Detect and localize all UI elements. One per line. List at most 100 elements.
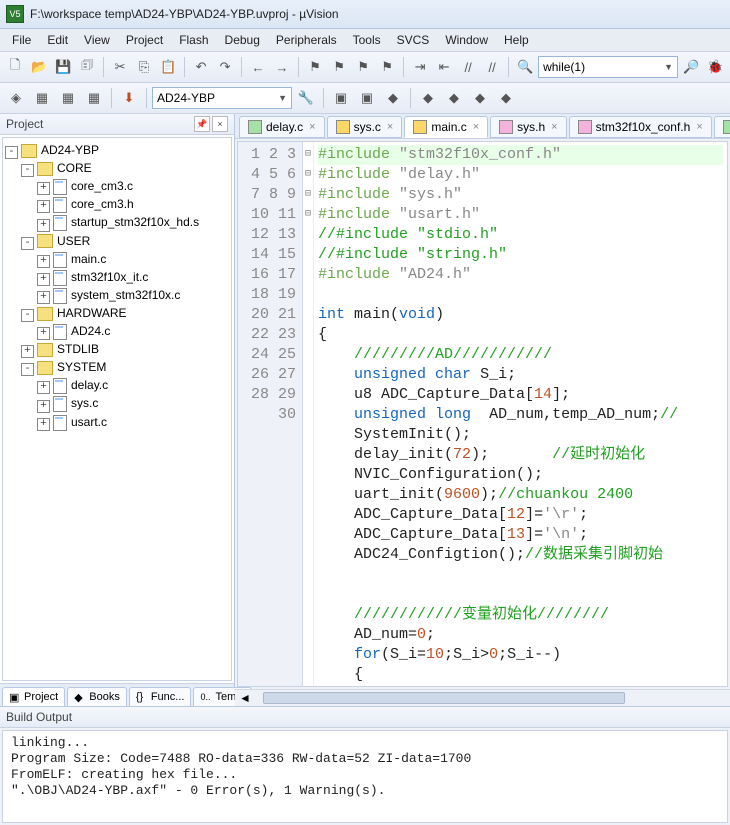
new-file-button[interactable]: 🗋 bbox=[4, 55, 26, 79]
find-combo[interactable]: while(1) ▼ bbox=[538, 56, 678, 78]
redo-button[interactable]: ↷ bbox=[214, 55, 236, 79]
options-button[interactable]: 🔧 bbox=[294, 86, 318, 110]
target-combo[interactable]: AD24-YBP ▼ bbox=[152, 87, 292, 109]
save-button[interactable]: 💾 bbox=[52, 55, 74, 79]
menu-window[interactable]: Window bbox=[437, 31, 496, 49]
tree-node[interactable]: +core_cm3.c bbox=[5, 178, 229, 196]
tree-node[interactable]: +sys.c bbox=[5, 395, 229, 413]
pane-close-icon[interactable]: × bbox=[212, 116, 228, 132]
file-tab[interactable]: stm32f10x_conf.h× bbox=[569, 116, 712, 138]
menu-svcs[interactable]: SVCS bbox=[389, 31, 438, 49]
bookmark-button[interactable]: ⚑ bbox=[304, 55, 326, 79]
chevron-down-icon: ▼ bbox=[664, 62, 673, 72]
file-tab[interactable]: main.c× bbox=[404, 116, 488, 138]
menu-flash[interactable]: Flash bbox=[171, 31, 216, 49]
translate-button[interactable]: ◈ bbox=[4, 86, 28, 110]
tree-node[interactable]: +delay.c bbox=[5, 377, 229, 395]
editor-pane: delay.c×sys.c×main.c×sys.h×stm32f10x_con… bbox=[235, 114, 730, 706]
menu-file[interactable]: File bbox=[4, 31, 39, 49]
menu-view[interactable]: View bbox=[76, 31, 118, 49]
code-editor[interactable]: 1 2 3 4 5 6 7 8 9 10 11 12 13 14 15 16 1… bbox=[237, 141, 728, 687]
build-output-title: Build Output bbox=[6, 710, 72, 724]
pane-pin-icon[interactable]: 📌 bbox=[194, 116, 210, 132]
file-tab[interactable]: AD2× bbox=[714, 116, 730, 138]
build-output-text[interactable]: linking... Program Size: Code=7488 RO-da… bbox=[2, 730, 728, 823]
tree-node[interactable]: -HARDWARE bbox=[5, 305, 229, 323]
bookmark-next-button[interactable]: ⚑ bbox=[352, 55, 374, 79]
tree-node[interactable]: +system_stm32f10x.c bbox=[5, 287, 229, 305]
window-title: F:\workspace temp\AD24-YBP\AD24-YBP.uvpr… bbox=[30, 7, 339, 21]
code-area[interactable]: #include "stm32f10x_conf.h"#include "del… bbox=[314, 142, 727, 686]
tree-node[interactable]: -USER bbox=[5, 233, 229, 251]
line-gutter: 1 2 3 4 5 6 7 8 9 10 11 12 13 14 15 16 1… bbox=[238, 142, 303, 686]
menu-peripherals[interactable]: Peripherals bbox=[268, 31, 345, 49]
find-combo-text: while(1) bbox=[543, 60, 585, 74]
bottom-tab-func[interactable]: {}Func... bbox=[129, 687, 192, 706]
project-bottom-tabs: ▣Project◆Books{}Func...0..Tem... bbox=[0, 683, 234, 706]
toolbar-main: 🗋 📂 💾 🗊 ✂ ⎘ 📋 ↶ ↷ ← → ⚑ ⚑ ⚑ ⚑ ⇥ ⇤ // // … bbox=[0, 52, 730, 83]
bottom-tab-books[interactable]: ◆Books bbox=[67, 687, 127, 706]
tool2-button[interactable]: ◆ bbox=[442, 86, 466, 110]
menu-help[interactable]: Help bbox=[496, 31, 537, 49]
nav-fwd-button[interactable]: → bbox=[271, 55, 293, 79]
paste-button[interactable]: 📋 bbox=[157, 55, 179, 79]
horizontal-scrollbar[interactable]: ◄ bbox=[235, 689, 730, 706]
project-pane-header: Project 📌 × bbox=[0, 114, 234, 135]
outdent-button[interactable]: ⇤ bbox=[433, 55, 455, 79]
close-icon: × bbox=[473, 121, 479, 133]
save-all-button[interactable]: 🗊 bbox=[76, 55, 98, 79]
close-icon: × bbox=[309, 121, 315, 133]
comment-button[interactable]: // bbox=[457, 55, 479, 79]
build-button[interactable]: ▦ bbox=[30, 86, 54, 110]
download-button[interactable]: ⬇ bbox=[117, 86, 141, 110]
tree-node[interactable]: -SYSTEM bbox=[5, 359, 229, 377]
scroll-thumb[interactable] bbox=[263, 692, 625, 704]
rebuild-button[interactable]: ▦ bbox=[56, 86, 80, 110]
tree-node[interactable]: -AD24-YBP bbox=[5, 142, 229, 160]
fold-column[interactable]: ⊟ ⊟ ⊟ ⊟ bbox=[303, 142, 314, 686]
tree-node[interactable]: +core_cm3.h bbox=[5, 196, 229, 214]
tree-node[interactable]: +AD24.c bbox=[5, 323, 229, 341]
close-icon: × bbox=[551, 121, 557, 133]
open-file-button[interactable]: 📂 bbox=[28, 55, 50, 79]
uncomment-button[interactable]: // bbox=[481, 55, 503, 79]
indent-button[interactable]: ⇥ bbox=[409, 55, 431, 79]
target-combo-text: AD24-YBP bbox=[157, 91, 215, 105]
scroll-left-icon[interactable]: ◄ bbox=[239, 691, 251, 705]
batch-build-button[interactable]: ▦ bbox=[82, 86, 106, 110]
tree-node[interactable]: +STDLIB bbox=[5, 341, 229, 359]
nav-back-button[interactable]: ← bbox=[247, 55, 269, 79]
tree-node[interactable]: +usart.c bbox=[5, 414, 229, 432]
debug-button[interactable]: 🐞 bbox=[704, 55, 726, 79]
tool1-button[interactable]: ◆ bbox=[416, 86, 440, 110]
menu-edit[interactable]: Edit bbox=[39, 31, 76, 49]
tree-node[interactable]: +startup_stm32f10x_hd.s bbox=[5, 214, 229, 232]
project-tree[interactable]: -AD24-YBP-CORE+core_cm3.c+core_cm3.h+sta… bbox=[2, 137, 232, 681]
toolbar-build: ◈ ▦ ▦ ▦ ⬇ AD24-YBP ▼ 🔧 ▣ ▣ ◆ ◆ ◆ ◆ ◆ bbox=[0, 83, 730, 114]
chevron-down-icon: ▼ bbox=[278, 93, 287, 103]
file-tab[interactable]: delay.c× bbox=[239, 116, 325, 138]
cut-button[interactable]: ✂ bbox=[109, 55, 131, 79]
books-button[interactable]: ◆ bbox=[381, 86, 405, 110]
manage-button[interactable]: ▣ bbox=[329, 86, 353, 110]
tool4-button[interactable]: ◆ bbox=[494, 86, 518, 110]
bottom-tab-project[interactable]: ▣Project bbox=[2, 687, 65, 706]
file-tabs: delay.c×sys.c×main.c×sys.h×stm32f10x_con… bbox=[235, 114, 730, 139]
file-ext-button[interactable]: ▣ bbox=[355, 86, 379, 110]
find-in-files-button[interactable]: 🔎 bbox=[680, 55, 702, 79]
close-icon: × bbox=[696, 121, 702, 133]
menu-project[interactable]: Project bbox=[118, 31, 171, 49]
file-tab[interactable]: sys.h× bbox=[490, 116, 566, 138]
find-button[interactable]: 🔍 bbox=[514, 55, 536, 79]
bookmark-prev-button[interactable]: ⚑ bbox=[328, 55, 350, 79]
bookmark-clear-button[interactable]: ⚑ bbox=[376, 55, 398, 79]
menu-tools[interactable]: Tools bbox=[345, 31, 389, 49]
menu-debug[interactable]: Debug bbox=[217, 31, 268, 49]
file-tab[interactable]: sys.c× bbox=[327, 116, 403, 138]
tool3-button[interactable]: ◆ bbox=[468, 86, 492, 110]
copy-button[interactable]: ⎘ bbox=[133, 55, 155, 79]
tree-node[interactable]: +stm32f10x_it.c bbox=[5, 269, 229, 287]
tree-node[interactable]: -CORE bbox=[5, 160, 229, 178]
tree-node[interactable]: +main.c bbox=[5, 251, 229, 269]
undo-button[interactable]: ↶ bbox=[190, 55, 212, 79]
